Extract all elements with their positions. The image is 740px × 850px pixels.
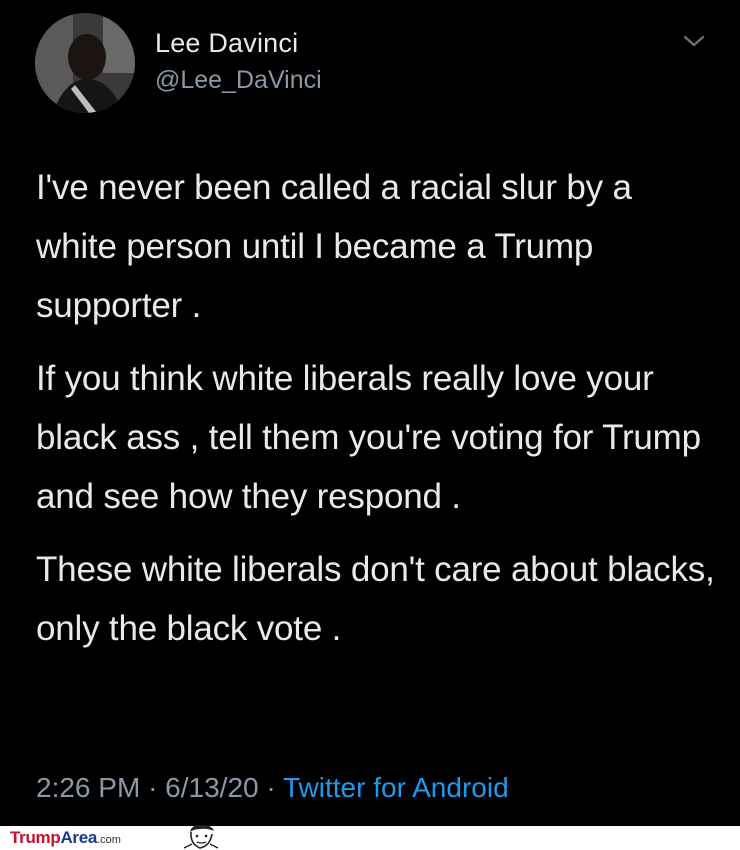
tweet-card: Lee Davinci @Lee_DaVinci I've never been… — [0, 0, 740, 826]
tweet-body: I've never been called a racial slur by … — [36, 158, 716, 672]
tweet-paragraph: These white liberals don't care about bl… — [36, 550, 715, 648]
avatar[interactable] — [35, 13, 135, 113]
tweet-meta: 2:26 PM · 6/13/20 · Twitter for Android — [36, 772, 509, 804]
tweet-paragraph: If you think white liberals really love … — [36, 359, 701, 516]
watermark-com: .com — [97, 834, 121, 846]
tweet-date[interactable]: 6/13/20 — [165, 772, 258, 803]
watermark-area: Area — [60, 828, 98, 847]
tweet-time[interactable]: 2:26 PM — [36, 772, 140, 803]
author-name[interactable]: Lee Davinci — [155, 28, 298, 59]
author-handle[interactable]: @Lee_DaVinci — [155, 66, 322, 95]
watermark-trump: Trump — [10, 828, 61, 847]
meta-separator: · — [148, 772, 158, 803]
tweet-source-link[interactable]: Twitter for Android — [283, 772, 509, 803]
meta-separator: · — [266, 772, 276, 803]
avatar-photo-icon — [35, 13, 135, 113]
tweet-paragraph: I've never been called a racial slur by … — [36, 168, 632, 325]
cartoon-face-icon — [183, 824, 219, 849]
site-watermark: TrumpArea.com — [10, 824, 219, 850]
chevron-down-icon[interactable] — [682, 31, 706, 51]
